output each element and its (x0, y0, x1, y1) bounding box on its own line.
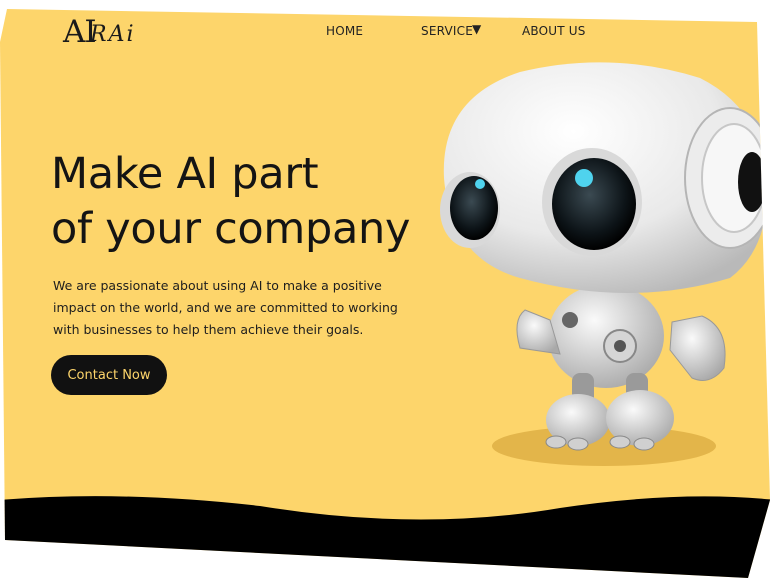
landing-page: AI RAi HOME SERVICE ▼ ABOUT US Make AI p… (0, 0, 776, 585)
hero-description: We are passionate about using AI to make… (53, 275, 403, 341)
headline-line-1: Make AI part (51, 149, 319, 199)
nav-service[interactable]: SERVICE (421, 24, 473, 38)
logo-script: RAi (90, 22, 136, 47)
nav-home[interactable]: HOME (326, 24, 363, 38)
description-line-1: We are passionate about using AI to make… (53, 278, 382, 293)
contact-now-button[interactable]: Contact Now (51, 355, 167, 395)
chevron-down-icon[interactable]: ▼ (472, 22, 481, 36)
robot-illustration (440, 62, 770, 466)
hero-card: AI RAi HOME SERVICE ▼ ABOUT US Make AI p… (0, 9, 770, 578)
hero-headline: Make AI part of your company (51, 147, 431, 257)
nav-about-us[interactable]: ABOUT US (522, 24, 586, 38)
brand-logo[interactable]: AI RAi (63, 12, 143, 52)
headline-line-2: of your company (51, 204, 411, 254)
description-line-2: impact on the world, and we are committe… (53, 300, 398, 315)
description-line-3: with businesses to help them achieve the… (53, 322, 364, 337)
bottom-wave (0, 496, 770, 578)
